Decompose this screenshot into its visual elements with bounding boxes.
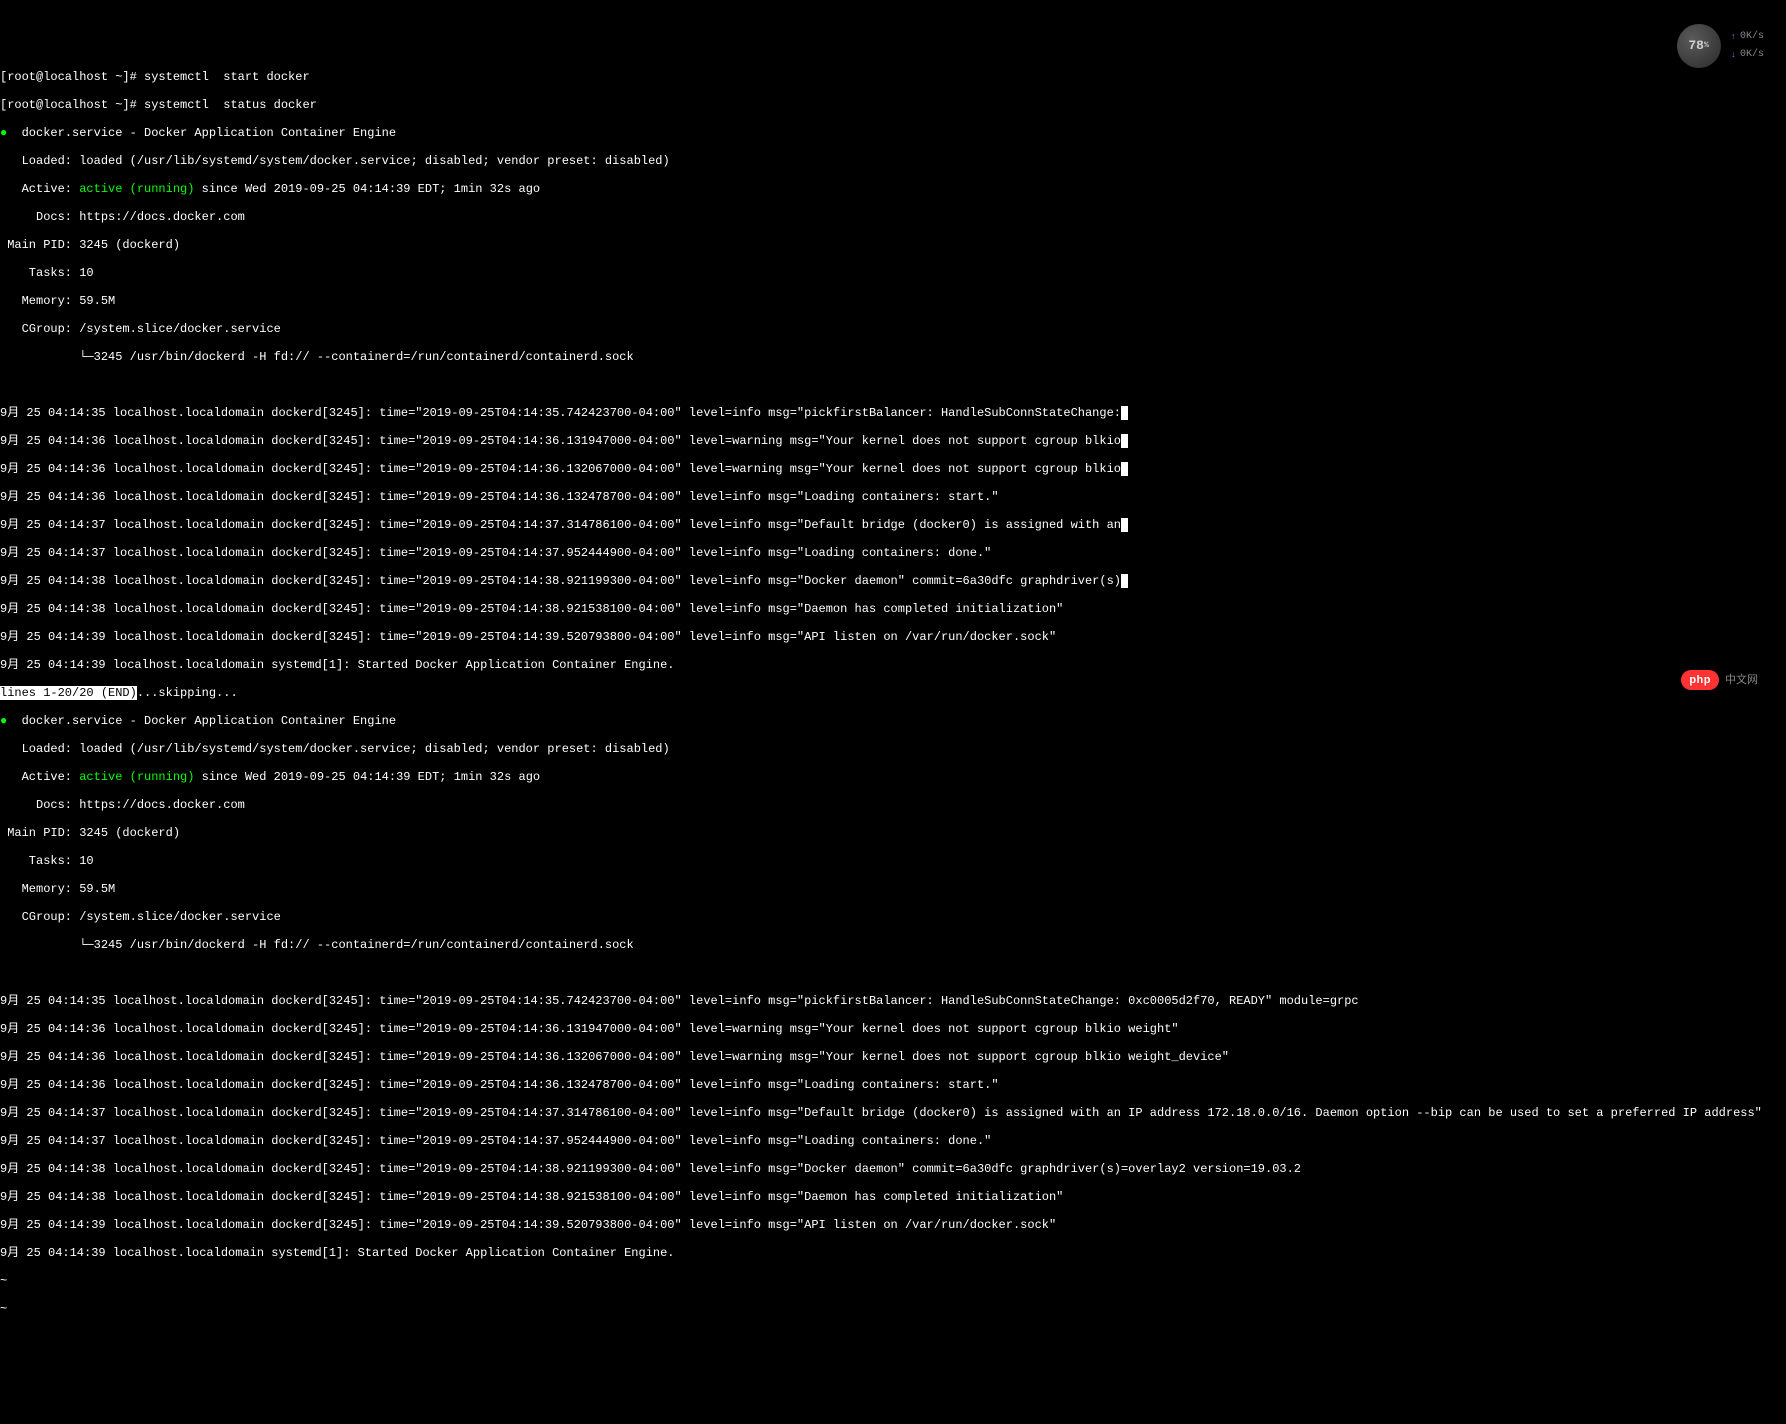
log-line: 9月 25 04:14:36 localhost.localdomain doc… xyxy=(0,1078,1786,1092)
service-title-line: ● docker.service - Docker Application Co… xyxy=(0,126,1786,140)
active-label: Active: xyxy=(0,182,79,196)
upload-rate: 0K/s xyxy=(1740,30,1764,44)
tasks-line: Tasks: 10 xyxy=(0,854,1786,868)
upload-rate-row: ↑ 0K/s xyxy=(1731,30,1764,44)
active-line: Active: active (running) since Wed 2019-… xyxy=(0,182,1786,196)
memory-line: Memory: 59.5M xyxy=(0,294,1786,308)
docs-line: Docs: https://docs.docker.com xyxy=(0,798,1786,812)
log-line: 9月 25 04:14:37 localhost.localdomain doc… xyxy=(0,546,1786,560)
status-bullet-icon: ● xyxy=(0,714,7,728)
service-title-line: ● docker.service - Docker Application Co… xyxy=(0,714,1786,728)
tilde-line: ~ xyxy=(0,1274,1786,1288)
pager-status-line: lines 1-20/20 (END)...skipping... xyxy=(0,686,1786,700)
cgroup-child-line: └─3245 /usr/bin/dockerd -H fd:// --conta… xyxy=(0,938,1786,952)
active-line: Active: active (running) since Wed 2019-… xyxy=(0,770,1786,784)
arrow-up-icon: ↑ xyxy=(1731,30,1736,44)
mainpid-line: Main PID: 3245 (dockerd) xyxy=(0,826,1786,840)
cgroup-child-line: └─3245 /usr/bin/dockerd -H fd:// --conta… xyxy=(0,350,1786,364)
arrow-down-icon: ↓ xyxy=(1731,48,1736,62)
cgroup-line: CGroup: /system.slice/docker.service xyxy=(0,322,1786,336)
command-start-docker: systemctl start docker xyxy=(144,70,310,84)
log-line: 9月 25 04:14:37 localhost.localdomain doc… xyxy=(0,518,1786,532)
service-title: docker.service - Docker Application Cont… xyxy=(7,126,396,140)
tilde-line: ~ xyxy=(0,1302,1786,1316)
active-since: since Wed 2019-09-25 04:14:39 EDT; 1min … xyxy=(194,182,540,196)
truncation-marker-icon xyxy=(1121,434,1128,448)
active-status: active (running) xyxy=(79,770,194,784)
percent-sign: % xyxy=(1704,39,1709,53)
log-line: 9月 25 04:14:37 localhost.localdomain doc… xyxy=(0,1134,1786,1148)
tasks-line: Tasks: 10 xyxy=(0,266,1786,280)
truncation-marker-icon xyxy=(1121,462,1128,476)
log-line: 9月 25 04:14:38 localhost.localdomain doc… xyxy=(0,1190,1786,1204)
cgroup-line: CGroup: /system.slice/docker.service xyxy=(0,910,1786,924)
log-line: 9月 25 04:14:39 localhost.localdomain sys… xyxy=(0,658,1786,672)
usage-percent-value: 78 xyxy=(1688,39,1704,53)
pager-skipping: ...skipping... xyxy=(137,686,238,700)
log-line: 9月 25 04:14:36 localhost.localdomain doc… xyxy=(0,434,1786,448)
prompt-line-2: [root@localhost ~]# systemctl status doc… xyxy=(0,98,1786,112)
command-status-docker: systemctl status docker xyxy=(144,98,317,112)
log-line: 9月 25 04:14:36 localhost.localdomain doc… xyxy=(0,1022,1786,1036)
network-stats: ↑ 0K/s ↓ 0K/s xyxy=(1731,30,1764,62)
loaded-line: Loaded: loaded (/usr/lib/systemd/system/… xyxy=(0,742,1786,756)
log-line: 9月 25 04:14:39 localhost.localdomain sys… xyxy=(0,1246,1786,1260)
network-monitor-widget[interactable]: 78% ↑ 0K/s ↓ 0K/s xyxy=(1677,24,1764,68)
download-rate: 0K/s xyxy=(1740,48,1764,62)
blank-line xyxy=(0,966,1786,980)
log-line: 9月 25 04:14:39 localhost.localdomain doc… xyxy=(0,630,1786,644)
memory-line: Memory: 59.5M xyxy=(0,882,1786,896)
log-line: 9月 25 04:14:39 localhost.localdomain doc… xyxy=(0,1218,1786,1232)
blank-line xyxy=(0,378,1786,392)
terminal-output[interactable]: [root@localhost ~]# systemctl start dock… xyxy=(0,56,1786,1330)
log-line: 9月 25 04:14:36 localhost.localdomain doc… xyxy=(0,490,1786,504)
pager-position: lines 1-20/20 (END) xyxy=(0,686,137,700)
log-line: 9月 25 04:14:36 localhost.localdomain doc… xyxy=(0,1050,1786,1064)
prompt-line-1: [root@localhost ~]# systemctl start dock… xyxy=(0,70,1786,84)
truncation-marker-icon xyxy=(1121,574,1128,588)
active-label: Active: xyxy=(0,770,79,784)
loaded-line: Loaded: loaded (/usr/lib/systemd/system/… xyxy=(0,154,1786,168)
log-line: 9月 25 04:14:38 localhost.localdomain doc… xyxy=(0,602,1786,616)
prompt-prefix: [root@localhost ~]# xyxy=(0,70,144,84)
log-line: 9月 25 04:14:37 localhost.localdomain doc… xyxy=(0,1106,1786,1120)
download-rate-row: ↓ 0K/s xyxy=(1731,48,1764,62)
log-line: 9月 25 04:14:38 localhost.localdomain doc… xyxy=(0,1162,1786,1176)
log-line: 9月 25 04:14:36 localhost.localdomain doc… xyxy=(0,462,1786,476)
usage-gauge: 78% xyxy=(1677,24,1721,68)
active-status: active (running) xyxy=(79,182,194,196)
watermark-logo: php 中文网 xyxy=(1681,670,1758,690)
php-badge: php xyxy=(1681,670,1719,690)
mainpid-line: Main PID: 3245 (dockerd) xyxy=(0,238,1786,252)
watermark-text: 中文网 xyxy=(1725,673,1758,687)
active-since: since Wed 2019-09-25 04:14:39 EDT; 1min … xyxy=(194,770,540,784)
prompt-prefix: [root@localhost ~]# xyxy=(0,98,144,112)
truncation-marker-icon xyxy=(1121,518,1128,532)
docs-line: Docs: https://docs.docker.com xyxy=(0,210,1786,224)
service-title: docker.service - Docker Application Cont… xyxy=(7,714,396,728)
log-line: 9月 25 04:14:35 localhost.localdomain doc… xyxy=(0,406,1786,420)
log-line: 9月 25 04:14:35 localhost.localdomain doc… xyxy=(0,994,1786,1008)
truncation-marker-icon xyxy=(1121,406,1128,420)
log-line: 9月 25 04:14:38 localhost.localdomain doc… xyxy=(0,574,1786,588)
